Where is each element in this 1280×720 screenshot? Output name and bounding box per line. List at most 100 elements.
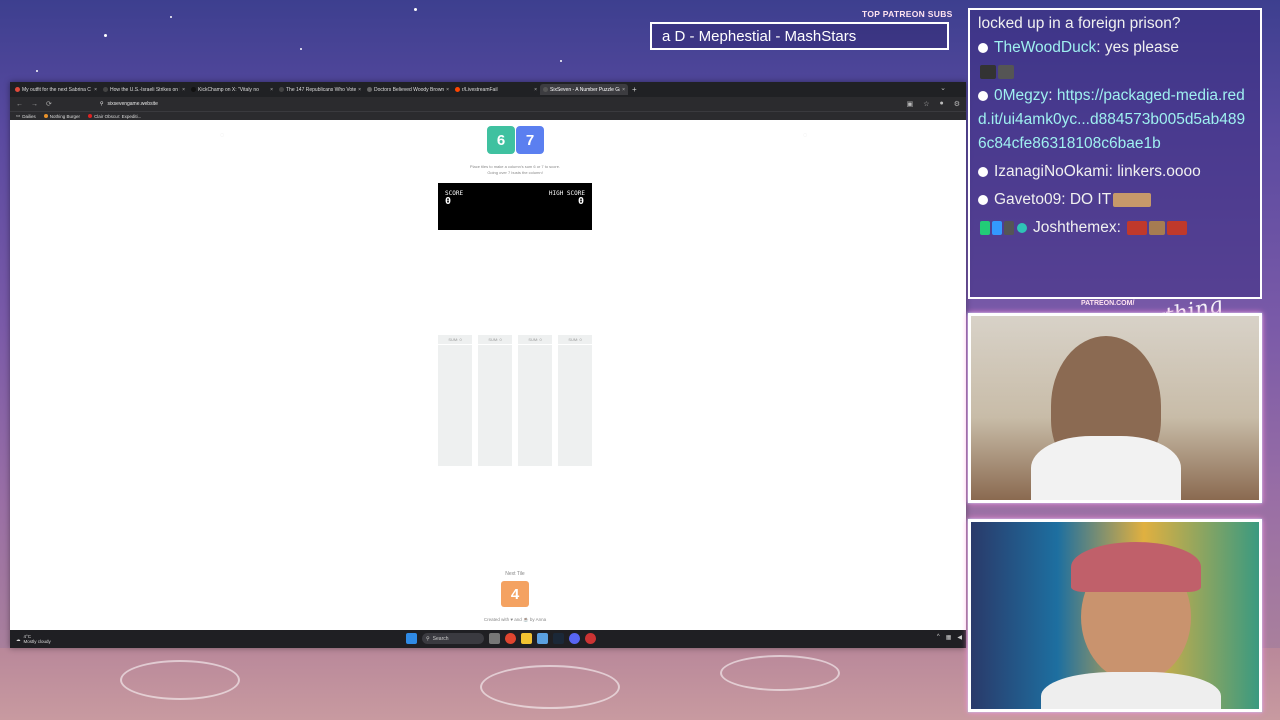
profile-icon[interactable]: ●	[939, 100, 943, 108]
chat-username: TheWoodDuck	[994, 39, 1097, 56]
next-tile-label: Next Tile	[505, 571, 525, 577]
back-icon[interactable]: ←	[16, 101, 23, 108]
nav-bar: ← → ⟳ ⚲ sixsevengame.website ▣ ☆ ● ⚙	[10, 97, 966, 111]
browser-tab[interactable]: How the U.S.-Israeli Strikes on I ×	[100, 84, 188, 95]
close-tab-icon[interactable]: ×	[534, 87, 537, 93]
bookmark-clair-obscur[interactable]: Clair Obscur: Expediti...	[88, 114, 141, 119]
chat-emote-row	[978, 60, 1252, 84]
background-star	[170, 16, 172, 18]
bookmark-star-icon[interactable]: ☆	[923, 100, 929, 108]
toolbar-icons: ▣ ☆ ● ⚙	[907, 100, 960, 108]
address-bar[interactable]: ⚲ sixsevengame.website	[100, 101, 158, 107]
extensions-icon[interactable]: ⚙	[954, 100, 960, 108]
browser-tab[interactable]: KickChamp on X: "Vitaly no ×	[188, 84, 276, 95]
emote-icon	[1167, 220, 1188, 235]
browser-tab[interactable]: The 147 Republicans Who Voted ×	[276, 84, 364, 95]
bookmark-favicon-icon	[88, 114, 93, 118]
credit-text: Created with ♥ and ☕ by Anna	[483, 617, 547, 622]
patreon-subs-box: a D - Mephestial - MashStars	[650, 22, 949, 50]
bookmark-dailies[interactable]: ▭ Dailies	[16, 113, 36, 119]
chat-username: IzanagiNoOkami	[994, 163, 1109, 180]
weather-desc: Mostly cloudy	[23, 639, 51, 644]
close-tab-icon[interactable]: ×	[182, 87, 185, 93]
windows-taskbar: ☁ 4°C Mostly cloudy ⚲ Search ^ ▦ ◀	[10, 630, 966, 648]
volume-icon[interactable]: ◀	[957, 634, 962, 641]
browser-window: My outfit for the next Sabrina C × How the…	[10, 82, 966, 648]
webcam-1	[968, 313, 1262, 503]
instructions-line-2: Going over 7 busts the column!	[487, 170, 543, 175]
chrome-icon[interactable]	[505, 633, 516, 644]
tab-favicon-icon	[455, 87, 460, 92]
column-4[interactable]: SUM: 0	[558, 335, 592, 466]
chat-text: DO IT	[1069, 191, 1112, 208]
column-sum: SUM: 0	[558, 335, 592, 345]
decorative-mark-right: ◌	[803, 132, 808, 139]
file-explorer-icon[interactable]	[521, 633, 532, 644]
bookmark-nothing-burger[interactable]: Nothing Burger	[43, 114, 80, 119]
bookmarks-bar: ▭ Dailies Nothing Burger Clair Obscur: Ex…	[10, 111, 966, 120]
board-columns: SUM: 0 SUM: 0 SUM: 0 SUM: 0	[438, 335, 592, 466]
tab-search-icon[interactable]: ⌄	[940, 84, 946, 92]
emote-icon	[1127, 220, 1148, 235]
column-1[interactable]: SUM: 0	[438, 335, 472, 466]
app-icon[interactable]	[537, 633, 548, 644]
score-value: 0	[445, 196, 452, 207]
column-2[interactable]: SUM: 0	[478, 335, 512, 466]
new-tab-button[interactable]: +	[632, 85, 637, 94]
weather-widget[interactable]: ☁ 4°C Mostly cloudy	[10, 634, 51, 644]
background-star	[414, 8, 417, 11]
start-icon[interactable]	[406, 633, 417, 644]
patreon-subs-title: TOP PATREON SUBS	[862, 9, 953, 19]
patreon-subs-text: a D - Mephestial - MashStars	[662, 27, 857, 45]
emote-icon	[998, 64, 1014, 79]
close-tab-icon[interactable]: ×	[446, 87, 449, 93]
steam-icon[interactable]	[553, 633, 564, 644]
close-tab-icon[interactable]: ×	[270, 87, 273, 93]
chevron-up-icon[interactable]: ^	[937, 634, 940, 641]
forward-icon[interactable]: →	[31, 101, 38, 108]
obs-icon[interactable]	[585, 633, 596, 644]
logo-tile-six: 6	[487, 126, 515, 154]
tab-favicon-icon	[279, 87, 284, 92]
background-swirl	[480, 665, 620, 709]
close-tab-icon[interactable]: ×	[622, 87, 625, 93]
user-badge-icon	[978, 42, 988, 53]
browser-tab[interactable]: SixSeven - A Number Puzzle Ga ×	[540, 84, 628, 95]
browser-tab[interactable]: r/LivestreamFail ×	[452, 84, 540, 95]
scoreboard: SCORE 0 HIGH SCORE 0	[438, 183, 592, 230]
taskbar-search[interactable]: ⚲ Search	[422, 633, 484, 644]
tab-favicon-icon	[191, 87, 196, 92]
site-info-icon[interactable]: ⚲	[100, 101, 104, 107]
tab-bar: My outfit for the next Sabrina C × How the…	[10, 82, 966, 97]
user-badge-icon	[978, 90, 988, 101]
tab-favicon-icon	[15, 87, 20, 92]
screenshot-icon[interactable]: ▣	[907, 100, 914, 108]
column-3[interactable]: SUM: 0	[518, 335, 552, 466]
chat-message: TheWoodDuck: yes please	[978, 36, 1252, 60]
person-shirt	[1041, 672, 1221, 709]
browser-tab[interactable]: Doctors Believed Woody Brown ×	[364, 84, 452, 95]
user-badge-icon	[978, 166, 988, 177]
tab-title: How the U.S.-Israeli Strikes on I	[110, 86, 181, 93]
system-tray: ^ ▦ ◀	[937, 634, 962, 641]
tab-title: The 147 Republicans Who Voted	[286, 86, 357, 93]
network-icon[interactable]: ▦	[946, 634, 952, 641]
chat-line-partial: locked up in a foreign prison?	[978, 15, 1181, 32]
instructions: Place tiles to make a column's sum 6 or …	[440, 164, 590, 176]
person-shirt	[1031, 436, 1181, 500]
browser-tab[interactable]: My outfit for the next Sabrina C ×	[12, 84, 100, 95]
reload-icon[interactable]: ⟳	[46, 100, 52, 108]
taskbar-apps: ⚲ Search	[406, 633, 596, 644]
chat-username: 0Megzy	[994, 87, 1049, 104]
discord-icon[interactable]	[569, 633, 580, 644]
close-tab-icon[interactable]: ×	[358, 87, 361, 93]
cloud-icon: ☁	[16, 636, 21, 642]
badge-icon	[992, 220, 1002, 235]
chat-message: IzanagiNoOkami: linkers.oooo	[978, 160, 1252, 184]
next-tile[interactable]: 4	[501, 581, 529, 607]
task-view-icon[interactable]	[489, 633, 500, 644]
close-tab-icon[interactable]: ×	[94, 87, 97, 93]
chat-text: linkers.oooo	[1117, 163, 1201, 180]
emote-icon	[980, 64, 996, 79]
folder-icon: ▭	[16, 113, 21, 118]
